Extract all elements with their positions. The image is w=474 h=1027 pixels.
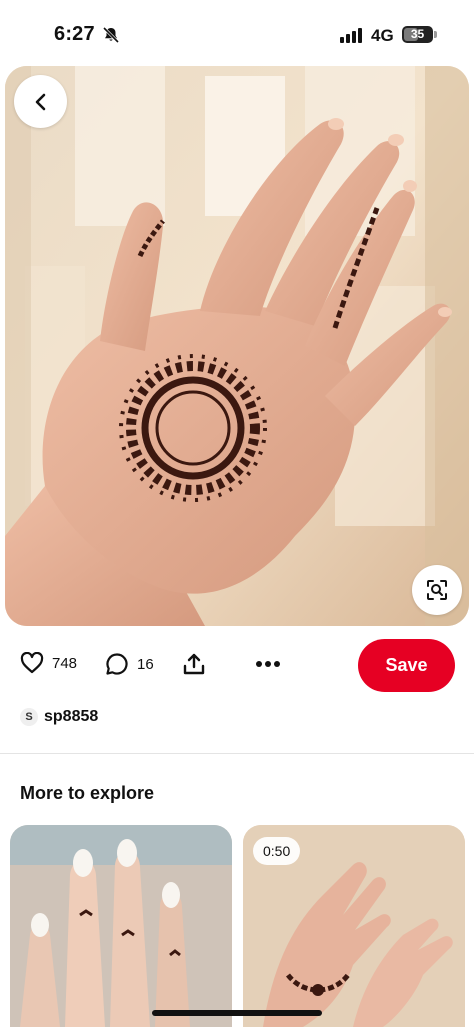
- comment-count: 16: [137, 655, 154, 673]
- divider: [0, 753, 474, 754]
- explore-pin-2[interactable]: 0:50: [243, 825, 465, 1027]
- more-options-button[interactable]: [255, 652, 281, 676]
- bell-slash-icon: [102, 26, 120, 44]
- henna-hand-image: [5, 66, 469, 626]
- signal-bars-icon: [340, 27, 362, 43]
- avatar[interactable]: S: [20, 708, 38, 726]
- comment-button[interactable]: 16: [105, 652, 154, 676]
- video-duration-badge: 0:50: [253, 837, 301, 865]
- pin-image[interactable]: [5, 66, 469, 626]
- battery-level: 35: [410, 27, 425, 41]
- home-indicator[interactable]: [152, 1010, 322, 1016]
- status-bar: 6:27 4G 35: [0, 0, 474, 66]
- creator-name[interactable]: sp8858: [44, 708, 98, 726]
- explore-pin-1[interactable]: [10, 825, 232, 1027]
- like-button[interactable]: 748: [20, 652, 77, 674]
- like-count: 748: [52, 654, 78, 672]
- save-button[interactable]: Save: [358, 639, 455, 692]
- chevron-left-icon: [35, 93, 45, 110]
- henna-fingers-image: [10, 825, 232, 1027]
- creator-info[interactable]: S sp8858: [20, 708, 98, 726]
- back-button[interactable]: [14, 75, 67, 128]
- status-time: 6:27: [54, 23, 95, 45]
- comment-icon: [106, 653, 128, 675]
- ellipsis-icon: [256, 661, 280, 667]
- lens-search-icon: [427, 580, 447, 600]
- visual-search-button[interactable]: [412, 565, 462, 615]
- share-button[interactable]: [182, 652, 206, 676]
- network-type: 4G: [371, 26, 394, 45]
- pin-actions: 748 16 Save: [0, 634, 474, 698]
- heart-icon: [20, 652, 44, 674]
- section-title: More to explore: [20, 783, 155, 803]
- battery-icon: 35: [402, 26, 437, 43]
- share-icon: [183, 653, 205, 675]
